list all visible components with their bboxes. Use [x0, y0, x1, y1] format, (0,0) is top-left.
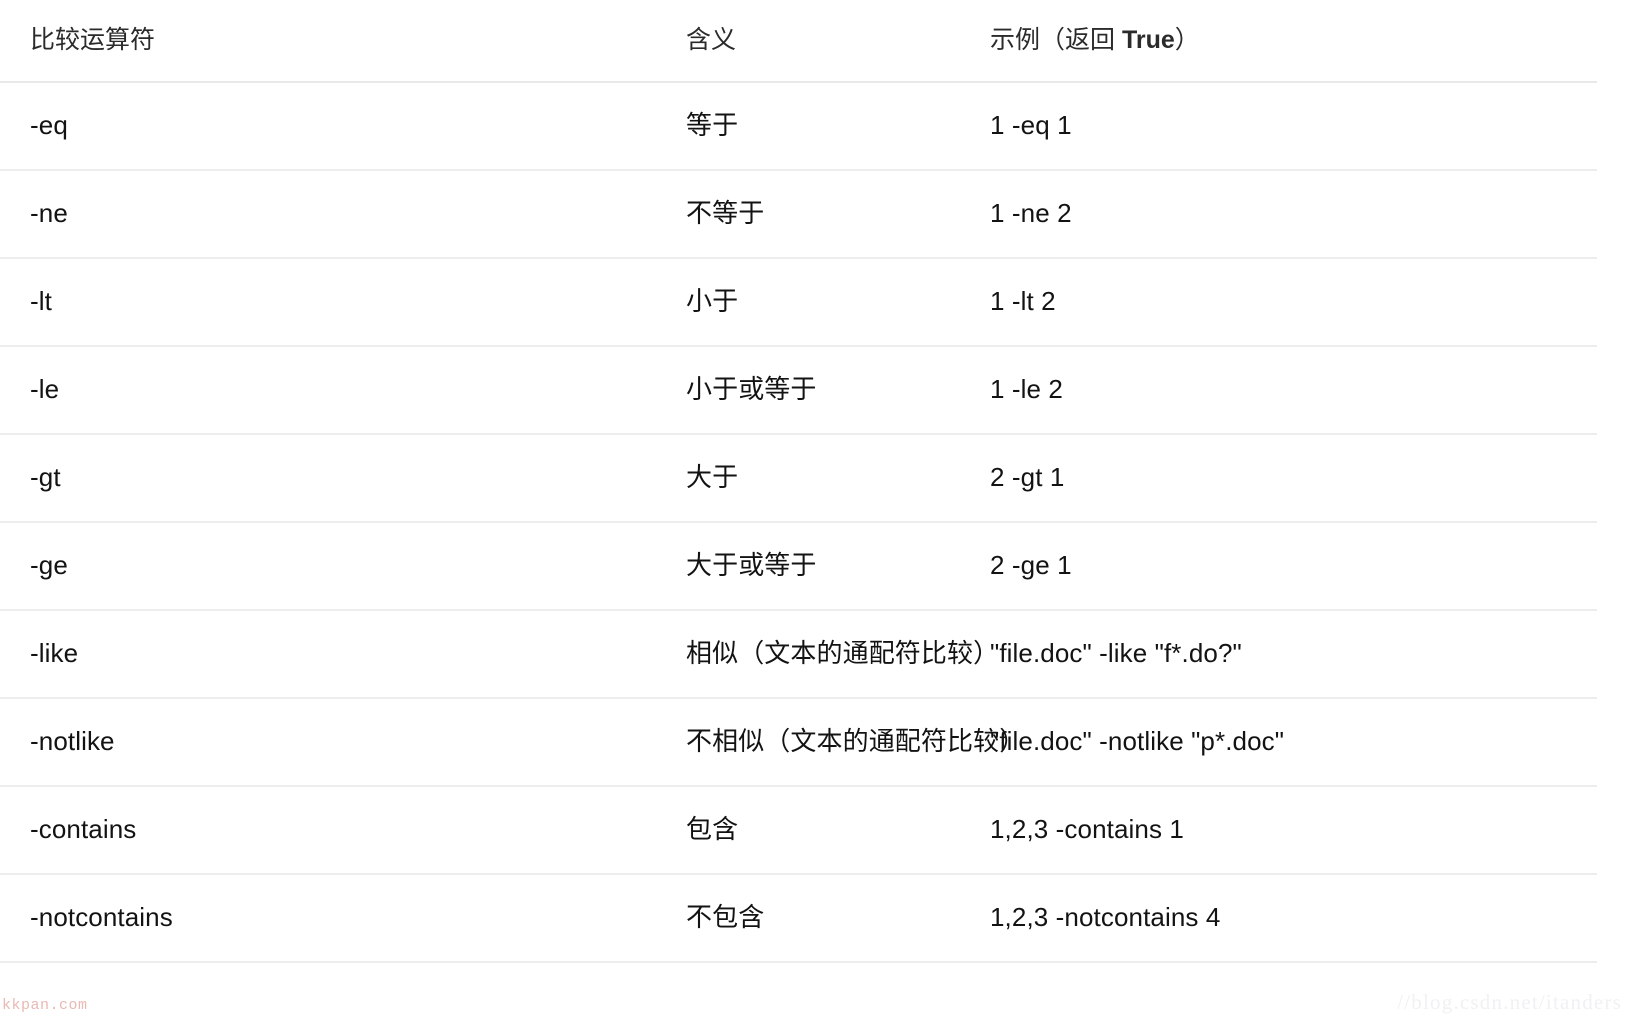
table-header: 比较运算符 含义 示例（返回 True） — [0, 0, 1597, 82]
cell-operator: -like — [30, 638, 79, 669]
cell-meaning: 不包含 — [686, 902, 765, 933]
cell-example: 1,2,3 -notcontains 4 — [990, 902, 1221, 933]
cell-operator: -eq — [30, 110, 68, 141]
cell-example: "file.doc" -like "f*.do?" — [990, 638, 1242, 669]
cell-meaning: 大于或等于 — [686, 550, 817, 581]
cell-meaning: 不相似（文本的通配符比较） — [686, 726, 1026, 757]
comparison-operator-table: 比较运算符 含义 示例（返回 True） -eq 等于 1 -eq 1 -ne 不等于 1… — [0, 0, 1597, 963]
watermark-bottom-left: kkpan.com — [2, 997, 88, 1014]
cell-meaning: 包含 — [686, 814, 739, 845]
cell-operator: -notlike — [30, 726, 115, 757]
cell-operator: -ge — [30, 550, 68, 581]
cell-meaning: 小于或等于 — [686, 374, 817, 405]
cell-operator: -notcontains — [30, 902, 173, 933]
column-header-operator: 比较运算符 — [30, 26, 156, 55]
cell-example: 2 -ge 1 — [990, 550, 1072, 581]
column-header-example-suffix: ） — [1174, 26, 1200, 55]
table-row: -lt 小于 1 -lt 2 — [0, 258, 1597, 346]
table-row: -gt 大于 2 -gt 1 — [0, 434, 1597, 522]
cell-example: 1 -le 2 — [990, 374, 1063, 405]
table-row: -eq 等于 1 -eq 1 — [0, 82, 1597, 170]
cell-operator: -gt — [30, 462, 61, 493]
table-row: -notcontains 不包含 1,2,3 -notcontains 4 — [0, 874, 1597, 962]
cell-meaning: 相似（文本的通配符比较） — [686, 638, 1000, 669]
cell-operator: -ne — [30, 198, 68, 229]
cell-operator: -contains — [30, 814, 137, 845]
table-header-row: 比较运算符 含义 示例（返回 True） — [0, 0, 1597, 82]
table-row: -notlike 不相似（文本的通配符比较） "file.doc" -notlike… — [0, 698, 1597, 786]
cell-meaning: 不等于 — [686, 198, 765, 229]
cell-example: "file.doc" -notlike "p*.doc" — [990, 726, 1285, 757]
column-header-meaning: 含义 — [686, 26, 737, 55]
cell-example: 1 -lt 2 — [990, 286, 1056, 317]
cell-example: 1,2,3 -contains 1 — [990, 814, 1184, 845]
column-header-example: 示例（返回 True） — [960, 0, 1597, 82]
cell-example: 1 -eq 1 — [990, 110, 1072, 141]
table-row: -ge 大于或等于 2 -ge 1 — [0, 522, 1597, 610]
column-header-example-true-token: True — [1121, 26, 1175, 55]
cell-operator: -le — [30, 374, 60, 405]
watermark-bottom-right: //blog.csdn.net/itanders — [1397, 990, 1622, 1014]
cell-operator: -lt — [30, 286, 52, 317]
cell-example: 1 -ne 2 — [990, 198, 1072, 229]
table-row: -ne 不等于 1 -ne 2 — [0, 170, 1597, 258]
cell-meaning: 等于 — [686, 110, 739, 141]
cell-meaning: 大于 — [686, 462, 739, 493]
column-header-example-prefix: 示例（返回 — [990, 26, 1122, 55]
table-body: -eq 等于 1 -eq 1 -ne 不等于 1 -ne 2 -lt 小于 1 -lt 2 -le… — [0, 82, 1597, 962]
table-row: -le 小于或等于 1 -le 2 — [0, 346, 1597, 434]
table-row: -like 相似（文本的通配符比较） "file.doc" -like "f*.do… — [0, 610, 1597, 698]
cell-meaning: 小于 — [686, 286, 739, 317]
cell-example: 2 -gt 1 — [990, 462, 1065, 493]
table-row: -contains 包含 1,2,3 -contains 1 — [0, 786, 1597, 874]
